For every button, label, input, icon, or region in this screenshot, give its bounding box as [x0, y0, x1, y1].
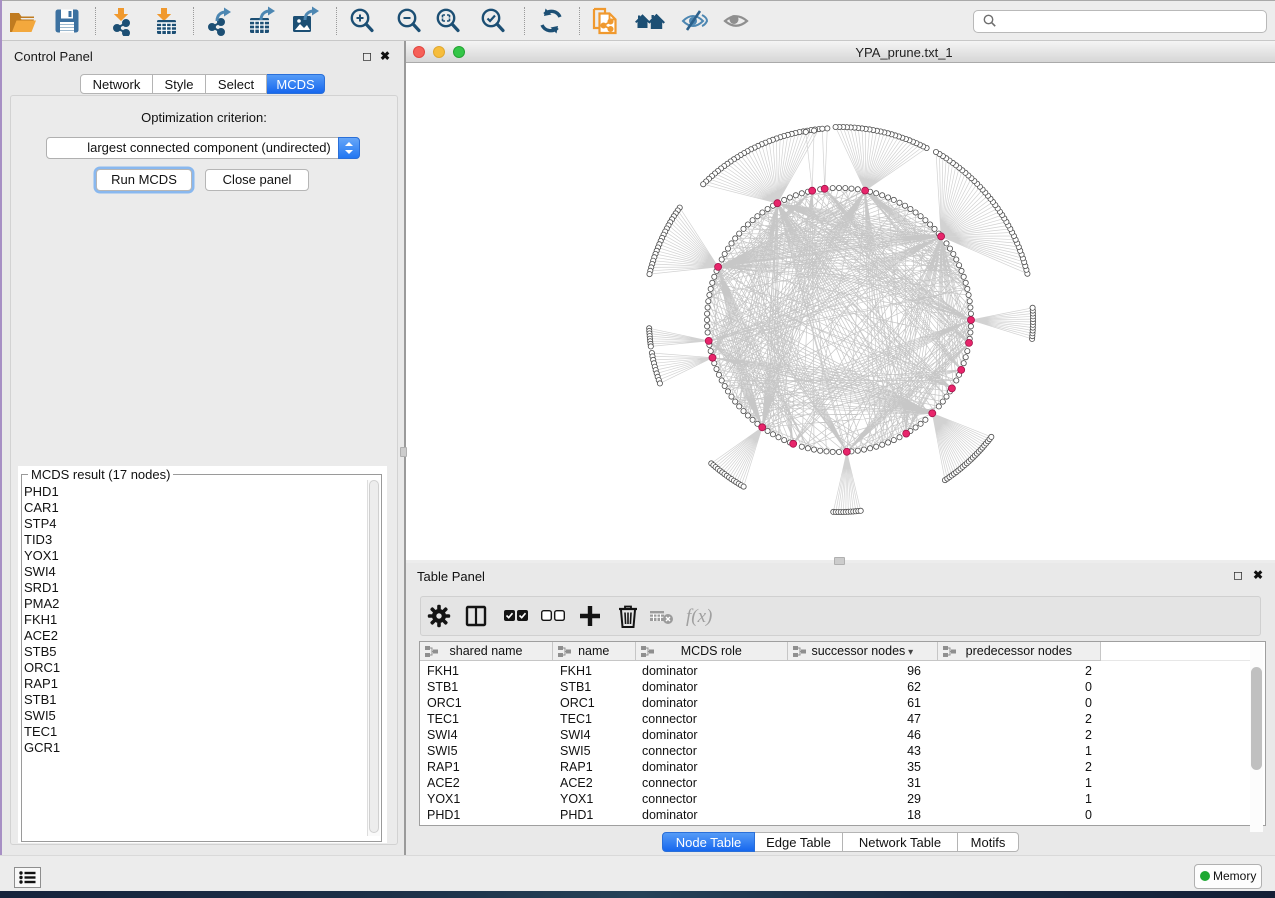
svg-text:f(x): f(x)	[686, 606, 712, 627]
